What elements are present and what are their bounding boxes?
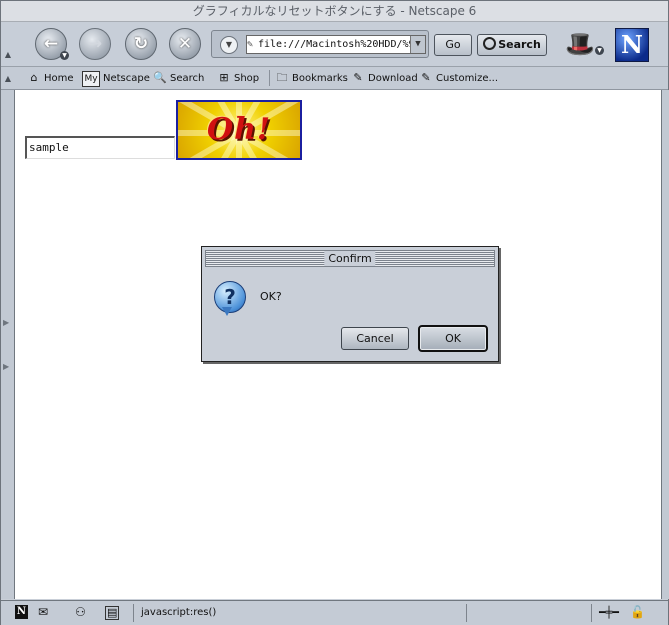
right-window-edge [661, 90, 669, 599]
dialog-title-bar[interactable]: Confirm [205, 250, 495, 267]
sidebar-open-arrow-icon: ▶ [3, 318, 10, 327]
toolbar-collapse-grip[interactable]: ▲ [3, 50, 13, 59]
customize-label: Customize... [436, 73, 499, 84]
security-lock-icon[interactable]: 🔓 [630, 605, 645, 620]
reload-button[interactable]: ↻ [125, 28, 157, 60]
status-text: javascript:res() [141, 607, 217, 618]
download-label: Download [368, 73, 418, 84]
search-button-label: Search [498, 38, 541, 51]
folder-icon: 🗀 [276, 71, 288, 84]
status-separator [466, 604, 467, 622]
mail-icon[interactable]: ✉ [38, 605, 48, 620]
url-history-dropdown-icon[interactable]: ▼ [410, 36, 425, 53]
navigation-toolbar: ▲ ← ▼ → ↻ ✕ ▼ ✎ file:///Macintosh%20HDD/%… [1, 22, 668, 67]
page-proxy-dropdown-icon[interactable]: ▼ [220, 36, 238, 54]
forward-button[interactable]: → [79, 28, 111, 60]
search-button[interactable]: Search [477, 34, 547, 56]
browser-window: グラフィカルなリセットボタンにする - Netscape 6 ▲ ← ▼ → ↻… [0, 0, 669, 625]
page-icon: ✎ [247, 39, 254, 50]
sample-text-input[interactable]: sample [25, 136, 175, 159]
status-bar: N ✉ ⚇ ▤ javascript:res() ━╪━ 🔓 [1, 600, 668, 625]
stop-x-icon: ✕ [177, 34, 193, 54]
personal-item-netscape[interactable]: My Netscape [82, 71, 150, 87]
back-history-dropdown-icon[interactable]: ▼ [60, 51, 69, 60]
personal-item-customize[interactable]: ✎ Customize... [419, 71, 498, 86]
bookmarks-label: Bookmarks [292, 73, 348, 84]
status-separator [591, 604, 592, 622]
status-separator [133, 604, 134, 622]
bookmark-icon: ✎ [353, 71, 363, 84]
online-status-icon[interactable]: ━╪━ [599, 605, 619, 620]
hat-dropdown-icon[interactable]: ▼ [595, 46, 604, 55]
dialog-message: OK? [260, 290, 282, 303]
my-netscape-icon: My [82, 71, 100, 87]
composer-icon[interactable]: ▤ [105, 606, 120, 620]
netscape-label: Netscape [103, 73, 150, 84]
netscape-task-icon[interactable]: N [15, 605, 28, 619]
back-arrow-icon: ← [43, 34, 59, 54]
search-icon: 🔍 [153, 71, 167, 84]
toolbar-separator [269, 70, 270, 86]
home-icon: ⌂ [30, 71, 38, 84]
oh-image-text: Oh! [206, 112, 272, 147]
confirm-dialog: Confirm ? OK? Cancel OK [201, 246, 499, 362]
sidebar-open-arrow-icon: ▶ [3, 362, 10, 371]
sidebar-hat-icon[interactable]: 🎩 [565, 29, 595, 59]
personal-item-bookmarks[interactable]: 🗀 Bookmarks [275, 71, 348, 86]
dialog-title: Confirm [324, 251, 376, 266]
sidebar-splitter[interactable]: ▶ ▶ [1, 90, 15, 599]
window-title: グラフィカルなリセットボタンにする - Netscape 6 [1, 1, 668, 22]
personal-item-search[interactable]: 🔍 Search [153, 71, 204, 86]
netscape-logo-icon[interactable]: N [615, 28, 649, 62]
magnifier-icon [483, 37, 497, 50]
personal-item-download[interactable]: ✎ Download [351, 71, 418, 86]
cancel-button[interactable]: Cancel [341, 327, 409, 350]
instant-messenger-icon[interactable]: ⚇ [75, 605, 86, 620]
question-bubble-tail [222, 307, 232, 316]
shop-icon: ⊞ [219, 71, 229, 84]
personal-toolbar: ▲ ⌂ Home My Netscape 🔍 Search ⊞ Shop 🗀 Bookma… [1, 67, 668, 90]
bookmark-icon: ✎ [421, 71, 431, 84]
search-label: Search [170, 73, 205, 84]
url-bar: ▼ ✎ file:///Macintosh%20HDD/%9 ▼ [211, 30, 429, 58]
forward-arrow-icon: → [87, 34, 103, 54]
url-input[interactable]: ✎ file:///Macintosh%20HDD/%9 ▼ [246, 35, 426, 54]
personal-item-home[interactable]: ⌂ Home [27, 71, 74, 86]
graphical-reset-button[interactable]: Oh! [176, 100, 302, 160]
reload-icon: ↻ [133, 34, 149, 54]
shop-label: Shop [234, 73, 260, 84]
go-button[interactable]: Go [434, 34, 472, 56]
url-text: file:///Macintosh%20HDD/%9 [258, 39, 415, 50]
personal-item-shop[interactable]: ⊞ Shop [217, 71, 259, 86]
home-label: Home [44, 73, 74, 84]
stop-button[interactable]: ✕ [169, 28, 201, 60]
personal-toolbar-grip[interactable]: ▲ [3, 74, 13, 83]
ok-button[interactable]: OK [418, 325, 488, 352]
